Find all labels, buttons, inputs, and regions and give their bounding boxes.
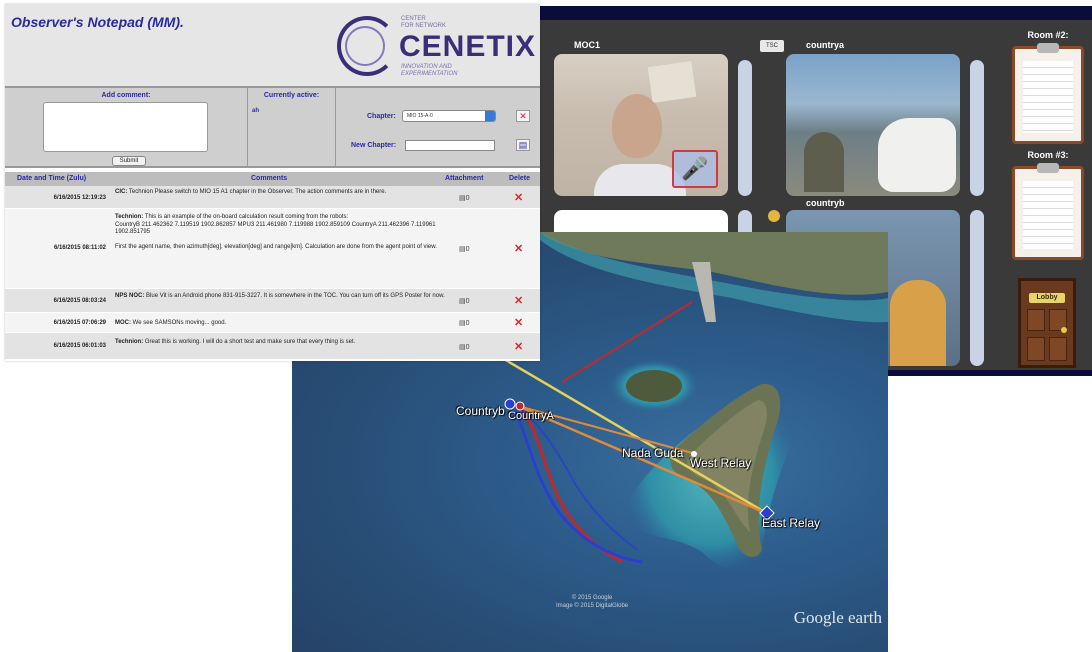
map-label-east-relay[interactable]: East Relay xyxy=(762,516,820,530)
submit-button[interactable]: Submit xyxy=(112,156,146,166)
add-chapter-icon[interactable]: ▤ xyxy=(516,139,530,151)
add-comment-section: Add comment: Submit xyxy=(5,88,248,168)
row-date: 6/16/2015 08:11:02 xyxy=(53,245,106,251)
clip-icon xyxy=(1037,163,1059,173)
logo-wordmark: CENETIX xyxy=(399,30,537,63)
boat-hull xyxy=(878,118,956,192)
volume-slider-countryb[interactable] xyxy=(970,210,984,366)
room3-clipboard[interactable] xyxy=(1012,163,1084,260)
video-tile-countrya[interactable] xyxy=(786,54,960,196)
muted-mic-icon[interactable]: 🎤 xyxy=(672,150,718,188)
currently-active-value: ah xyxy=(252,108,260,114)
room3-label: Room #3: xyxy=(1027,150,1069,160)
chapter-select[interactable]: MIO 15-A-0 xyxy=(402,110,496,122)
volume-slider-countrya[interactable] xyxy=(970,60,984,196)
attachment-icon[interactable]: ▤0 xyxy=(459,297,470,305)
delete-row-icon[interactable]: ✕ xyxy=(514,294,523,307)
tile-label-countrya: countrya xyxy=(806,40,845,50)
observers-notepad: Observer's Notepad (MM). CENTER FOR NETW… xyxy=(5,4,540,361)
table-row: 6/16/2015 07:06:29 MOC: We see SAMSONs m… xyxy=(5,313,540,333)
attachment-icon[interactable]: ▤0 xyxy=(459,343,470,351)
boat-crew xyxy=(804,132,844,192)
table-row: 6/16/2015 08:03:24 NPS NOC: Blue Vit is … xyxy=(5,289,540,313)
participant-vest xyxy=(890,280,946,366)
comment-textarea[interactable] xyxy=(43,102,208,152)
delete-row-icon[interactable]: ✕ xyxy=(514,191,523,204)
attachment-icon[interactable]: ▤0 xyxy=(459,319,470,327)
row-comment: NPS NOC: Blue Vit is an Android phone 83… xyxy=(115,293,445,299)
notepad-header: Observer's Notepad (MM). CENTER FOR NETW… xyxy=(5,4,540,86)
delete-row-icon[interactable]: ✕ xyxy=(514,340,523,353)
currently-active-label: Currently active: xyxy=(263,92,320,99)
cenetix-logo: CENTER FOR NETWORK CENETIX INNOVATION AN… xyxy=(337,16,537,80)
lobby-door[interactable]: Lobby xyxy=(1018,278,1076,368)
tile-label-moc1: MOC1 xyxy=(574,40,601,50)
chapter-label: Chapter: xyxy=(367,113,396,120)
room2-label: Room #2: xyxy=(1027,30,1069,40)
new-chapter-input[interactable] xyxy=(405,140,495,151)
status-dot xyxy=(768,210,780,222)
room2-clipboard[interactable] xyxy=(1012,43,1084,144)
wall-poster xyxy=(647,61,697,103)
door-knob xyxy=(1061,327,1067,333)
attachment-icon[interactable]: ▤0 xyxy=(459,194,470,202)
attachment-icon[interactable]: ▤0 xyxy=(459,245,470,253)
map-copyright: © 2015 Google Image © 2015 DigitalGlobe xyxy=(556,595,629,609)
participant-face xyxy=(612,94,662,158)
table-row: 6/16/2015 06:01:03 Technion: Great this … xyxy=(5,333,540,360)
map-label-countrya[interactable]: CountryA xyxy=(508,410,554,422)
comment-form: Add comment: Submit Currently active: ah… xyxy=(5,86,540,168)
row-comment: CIC: Technion Please switch to MIO 15 A1… xyxy=(115,189,387,195)
delete-chapter-icon[interactable]: ✕ xyxy=(516,110,530,122)
clip-icon xyxy=(1037,43,1059,53)
add-comment-label: Add comment: xyxy=(101,92,151,99)
row-date: 6/16/2015 06:01:03 xyxy=(53,343,106,349)
currently-active-section: Currently active: ah xyxy=(248,88,336,168)
new-chapter-label: New Chapter: xyxy=(351,142,397,149)
row-comment: MOC: We see SAMSONs moving... good. xyxy=(115,320,227,326)
volume-slider-moc1[interactable] xyxy=(738,60,752,196)
tile-label-countryb: countryb xyxy=(806,198,845,208)
tsc-badge: TSC xyxy=(760,40,784,52)
row-date: 6/16/2015 07:06:29 xyxy=(53,320,106,326)
lobby-sign: Lobby xyxy=(1029,293,1065,303)
row-comment: Technion: Great this is working. I will … xyxy=(115,339,356,345)
column-date: Date and Time (Zulu) xyxy=(17,175,87,182)
delete-row-icon[interactable]: ✕ xyxy=(514,316,523,329)
column-attachment: Attachment xyxy=(445,175,484,182)
delete-row-icon[interactable]: ✕ xyxy=(514,242,523,255)
google-earth-watermark: Google earth xyxy=(793,608,882,627)
table-row: 6/16/2015 08:11:02 Technion: This is an … xyxy=(5,209,540,289)
row-date: 6/16/2015 12:19:23 xyxy=(53,195,106,201)
page-title: Observer's Notepad (MM). xyxy=(11,14,184,30)
comments-table-header: Date and Time (Zulu) Comments Attachment… xyxy=(5,172,540,186)
column-comments: Comments xyxy=(251,175,288,182)
table-row: 6/16/2015 12:19:23 CIC: Technion Please … xyxy=(5,186,540,209)
row-date: 6/16/2015 08:03:24 xyxy=(53,298,106,304)
video-tile-moc1[interactable]: 🎤 xyxy=(554,54,728,196)
map-label-west-relay[interactable]: West Relay xyxy=(690,456,751,470)
chevron-down-icon[interactable] xyxy=(485,111,495,121)
map-label-countryb[interactable]: Countryb xyxy=(456,404,505,418)
column-delete: Delete xyxy=(509,175,531,182)
map-label-nada-guda[interactable]: Nada Guda xyxy=(622,446,683,460)
row-comment: Technion: This is an example of the on-b… xyxy=(115,214,437,250)
